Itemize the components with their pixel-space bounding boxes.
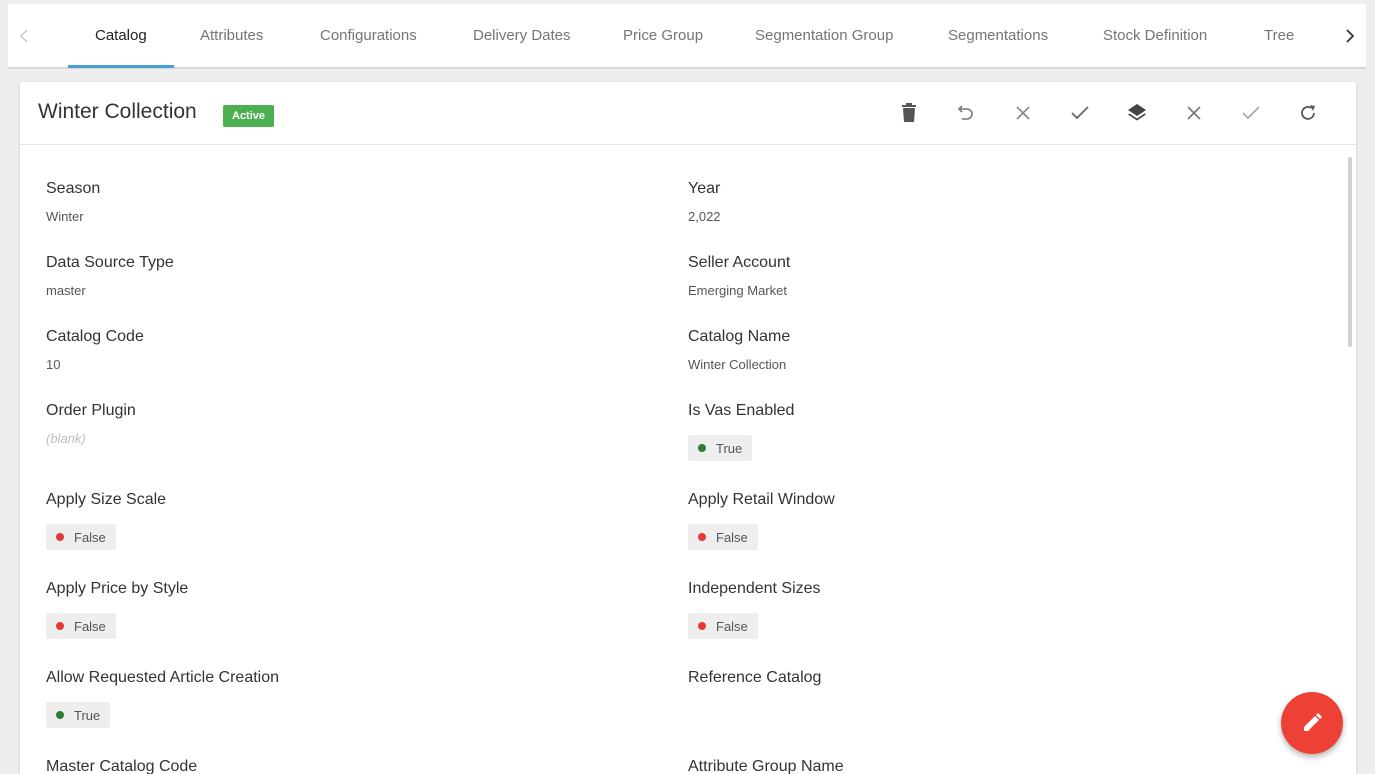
refresh-button[interactable] (1292, 97, 1324, 129)
tab-price-group[interactable]: Price Group (623, 4, 703, 67)
confirm-button[interactable] (1235, 97, 1267, 129)
save-button[interactable] (1064, 97, 1096, 129)
tab-segmentation-group[interactable]: Segmentation Group (755, 4, 893, 67)
check-icon (1071, 106, 1089, 120)
close-icon (1187, 106, 1201, 120)
field-reference-catalog: Reference Catalog (688, 669, 821, 687)
field-label: Master Catalog Code (46, 758, 198, 774)
field-value: (blank) (46, 431, 86, 446)
field-apply-price-by-style: Apply Price by Style False (46, 580, 188, 639)
bool-value: False (74, 618, 106, 634)
cancel-button[interactable] (1178, 97, 1210, 129)
scroll-tabs-right-button[interactable] (1334, 4, 1366, 67)
field-label: Independent Sizes (688, 580, 821, 597)
field-attribute-group-name: Attribute Group Name (688, 758, 844, 774)
bool-value: True (74, 707, 101, 723)
bool-chip: True (688, 435, 753, 461)
field-label: Allow Requested Article Creation (46, 669, 280, 686)
active-tab-indicator (68, 65, 174, 68)
tab-stock-definition[interactable]: Stock Definition (1103, 4, 1207, 67)
tab-configurations[interactable]: Configurations (320, 4, 417, 67)
field-value: master (46, 283, 86, 298)
field-value: 2,022 (688, 209, 721, 224)
field-label: Apply Size Scale (46, 491, 167, 508)
bool-value: False (716, 618, 748, 634)
field-value: 10 (46, 357, 61, 372)
true-dot-icon (56, 711, 64, 719)
field-value: Emerging Market (688, 283, 787, 298)
status-badge: Active (223, 105, 275, 127)
tab-attributes[interactable]: Attributes (200, 4, 263, 67)
field-label: Apply Retail Window (688, 491, 835, 508)
false-dot-icon (698, 622, 706, 630)
bool-value: False (74, 529, 106, 545)
page-title: Winter Collection (38, 100, 197, 123)
bool-value: False (716, 529, 748, 545)
catalog-detail-card: Winter Collection Active Season Winter Y… (20, 82, 1356, 774)
layers-icon (1128, 104, 1146, 121)
field-label: Catalog Code (46, 328, 144, 345)
field-master-catalog-code: Master Catalog Code (46, 758, 197, 774)
bool-chip: False (46, 613, 116, 639)
chevron-right-icon (1346, 28, 1355, 43)
bool-value: True (716, 440, 743, 456)
field-label: Reference Catalog (688, 669, 822, 686)
pencil-icon (1304, 713, 1322, 731)
field-label: Season (46, 180, 101, 197)
field-seller-account: Seller Account Emerging Market (688, 254, 790, 298)
true-dot-icon (698, 444, 706, 452)
field-order-plugin: Order Plugin (blank) (46, 402, 136, 446)
tab-delivery-dates[interactable]: Delivery Dates (473, 4, 571, 67)
field-apply-retail-window: Apply Retail Window False (688, 491, 835, 550)
field-label: Apply Price by Style (46, 580, 189, 597)
edit-button[interactable] (1281, 692, 1343, 754)
field-value: Winter (46, 209, 84, 224)
tab-bar: Catalog Attributes Configurations Delive… (8, 4, 1366, 69)
undo-icon (957, 105, 973, 120)
tab-segmentations[interactable]: Segmentations (948, 4, 1048, 67)
bool-chip: True (46, 702, 111, 728)
bool-chip: False (688, 613, 758, 639)
false-dot-icon (698, 533, 706, 541)
scrollbar[interactable] (1348, 157, 1352, 767)
field-year: Year 2,022 (688, 180, 721, 224)
delete-button[interactable] (893, 97, 925, 129)
layers-button[interactable] (1121, 97, 1153, 129)
field-label: Data Source Type (46, 254, 174, 271)
field-value: Winter Collection (688, 357, 787, 372)
tab-tree[interactable]: Tree (1264, 4, 1294, 67)
field-apply-size-scale: Apply Size Scale False (46, 491, 166, 550)
false-dot-icon (56, 533, 64, 541)
field-label: Order Plugin (46, 402, 136, 419)
field-independent-sizes: Independent Sizes False (688, 580, 821, 639)
discard-button[interactable] (1007, 97, 1039, 129)
field-label: Year (688, 180, 721, 197)
field-season: Season Winter (46, 180, 100, 224)
scrollbar-thumb[interactable] (1348, 157, 1352, 347)
check-icon (1242, 106, 1260, 120)
chevron-left-icon (19, 28, 28, 43)
delete-icon (902, 103, 916, 122)
scroll-tabs-left-button[interactable] (8, 4, 40, 67)
field-data-source-type: Data Source Type master (46, 254, 174, 298)
field-allow-requested-article-creation: Allow Requested Article Creation True (46, 669, 279, 728)
undo-button[interactable] (950, 97, 982, 129)
refresh-icon (1301, 105, 1315, 120)
field-label: Attribute Group Name (688, 758, 844, 774)
field-catalog-code: Catalog Code 10 (46, 328, 144, 372)
false-dot-icon (56, 622, 64, 630)
bool-chip: False (46, 524, 116, 550)
field-label: Seller Account (688, 254, 791, 271)
tab-catalog[interactable]: Catalog (95, 4, 147, 67)
bool-chip: False (688, 524, 758, 550)
field-label: Is Vas Enabled (688, 402, 795, 419)
close-icon (1016, 106, 1030, 120)
field-label: Catalog Name (688, 328, 791, 345)
field-is-vas-enabled: Is Vas Enabled True (688, 402, 794, 461)
card-header: Winter Collection Active (20, 82, 1356, 145)
field-catalog-name: Catalog Name Winter Collection (688, 328, 790, 372)
